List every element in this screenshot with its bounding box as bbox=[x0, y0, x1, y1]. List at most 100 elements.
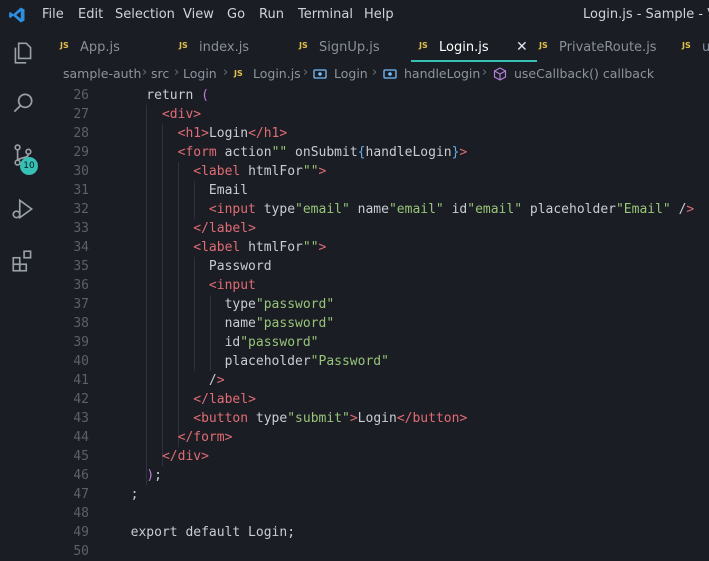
tab-label: index.js bbox=[199, 40, 250, 55]
breadcrumb-separator: › bbox=[482, 65, 488, 80]
js-file-icon: JS bbox=[179, 41, 188, 50]
line-number: 34 bbox=[73, 240, 89, 255]
code-line[interactable]: 27 <div> bbox=[46, 105, 709, 124]
js-file-icon: JS bbox=[234, 69, 243, 78]
tab-login-js[interactable]: JS Login.js ✕ bbox=[411, 34, 537, 62]
breadcrumb-item[interactable]: useCallback() callback bbox=[514, 66, 654, 81]
code-line[interactable]: 36 <input bbox=[46, 276, 709, 295]
line-number: 43 bbox=[73, 411, 89, 426]
js-file-icon: JS bbox=[299, 41, 308, 50]
code-text: <label htmlFor""> bbox=[193, 164, 327, 179]
line-number: 31 bbox=[73, 183, 89, 198]
run-debug-icon[interactable] bbox=[10, 196, 36, 222]
breadcrumb-item[interactable]: Login.js bbox=[253, 66, 301, 81]
code-line[interactable]: 48 bbox=[46, 504, 709, 523]
code-line[interactable]: 49 export default Login; bbox=[46, 523, 709, 542]
code-line[interactable]: 40 placeholder"Password" bbox=[46, 352, 709, 371]
search-icon[interactable] bbox=[10, 90, 36, 116]
code-line[interactable]: 32 <input type"email" name"email" id"ema… bbox=[46, 200, 709, 219]
tab-label: PrivateRoute.js bbox=[559, 40, 657, 55]
title-bar: File Edit Selection View Go Run Terminal… bbox=[0, 0, 709, 30]
code-line[interactable]: 31 Email bbox=[46, 181, 709, 200]
vscode-logo-icon bbox=[9, 7, 25, 23]
code-text: ; bbox=[130, 487, 139, 502]
code-text: id"password" bbox=[115, 335, 319, 350]
menu-help[interactable]: Help bbox=[364, 7, 394, 22]
js-file-icon: JS bbox=[539, 41, 548, 50]
code-text: <form action"" onSubmit{handleLogin}> bbox=[177, 145, 468, 160]
code-line[interactable]: 26 return ( bbox=[46, 86, 709, 105]
active-tab-indicator bbox=[411, 60, 537, 62]
line-number: 26 bbox=[73, 88, 89, 103]
breadcrumb-item[interactable]: sample-auth bbox=[63, 66, 141, 81]
code-text: </form> bbox=[177, 430, 233, 445]
line-number: 39 bbox=[73, 335, 89, 350]
code-line[interactable]: 46 ); bbox=[46, 466, 709, 485]
tab-label: SignUp.js bbox=[319, 40, 380, 55]
line-number: 47 bbox=[73, 487, 89, 502]
explorer-icon[interactable] bbox=[10, 40, 36, 66]
line-number: 32 bbox=[73, 202, 89, 217]
line-number: 36 bbox=[73, 278, 89, 293]
code-line[interactable]: 37 type"password" bbox=[46, 295, 709, 314]
window-title: Login.js - Sample - Visua bbox=[583, 7, 709, 22]
code-text: <h1>Login</h1> bbox=[177, 126, 288, 141]
code-line[interactable]: 47 ; bbox=[46, 485, 709, 504]
code-text: type"password" bbox=[115, 297, 335, 312]
breadcrumb-item[interactable]: Login bbox=[334, 66, 368, 81]
menu-go[interactable]: Go bbox=[227, 7, 245, 22]
breadcrumb-separator: › bbox=[142, 65, 148, 80]
code-text: <input type"email" name"email" id"email"… bbox=[208, 202, 695, 217]
line-number: 42 bbox=[73, 392, 89, 407]
tab-label: Login.js bbox=[439, 40, 489, 55]
breadcrumb-item[interactable]: handleLogin bbox=[404, 66, 480, 81]
code-line[interactable]: 30 <label htmlFor""> bbox=[46, 162, 709, 181]
code-line[interactable]: 41 /> bbox=[46, 371, 709, 390]
menu-selection[interactable]: Selection bbox=[115, 7, 175, 22]
code-line[interactable]: 39 id"password" bbox=[46, 333, 709, 352]
breadcrumb-item[interactable]: src bbox=[151, 66, 169, 81]
code-line[interactable]: 44 </form> bbox=[46, 428, 709, 447]
line-number: 41 bbox=[73, 373, 89, 388]
line-number: 30 bbox=[73, 164, 89, 179]
symbol-method-icon bbox=[493, 67, 507, 81]
line-number: 49 bbox=[73, 525, 89, 540]
line-number: 33 bbox=[73, 221, 89, 236]
code-line[interactable]: 28 <h1>Login</h1> bbox=[46, 124, 709, 143]
code-line[interactable]: 35 Password bbox=[46, 257, 709, 276]
line-number: 29 bbox=[73, 145, 89, 160]
menu-file[interactable]: File bbox=[42, 7, 64, 22]
menu-view[interactable]: View bbox=[183, 7, 214, 22]
code-text: <label htmlFor""> bbox=[193, 240, 327, 255]
breadcrumb-item[interactable]: Login bbox=[183, 66, 217, 81]
code-line[interactable]: 43 <button type"submit">Login</button> bbox=[46, 409, 709, 428]
extensions-icon[interactable] bbox=[10, 248, 36, 274]
code-line[interactable]: 29 <form action"" onSubmit{handleLogin}> bbox=[46, 143, 709, 162]
line-number: 50 bbox=[73, 544, 89, 559]
line-number: 48 bbox=[73, 506, 89, 521]
line-number: 45 bbox=[73, 449, 89, 464]
code-line[interactable]: 45 </div> bbox=[46, 447, 709, 466]
code-text: </div> bbox=[161, 449, 209, 464]
code-line[interactable]: 34 <label htmlFor""> bbox=[46, 238, 709, 257]
code-text: Email bbox=[115, 183, 249, 198]
menu-terminal[interactable]: Terminal bbox=[298, 7, 353, 22]
line-number: 27 bbox=[73, 107, 89, 122]
code-text: /> bbox=[115, 373, 225, 388]
code-text: <input bbox=[208, 278, 256, 293]
close-icon[interactable]: ✕ bbox=[516, 39, 528, 55]
line-number: 37 bbox=[73, 297, 89, 312]
code-line[interactable]: 50 bbox=[46, 542, 709, 561]
js-file-icon: JS bbox=[60, 41, 69, 50]
code-line[interactable]: 42 </label> bbox=[46, 390, 709, 409]
code-text: </label> bbox=[193, 392, 256, 407]
tab-label: u bbox=[702, 40, 709, 55]
activity-bar: 10 bbox=[0, 30, 46, 556]
code-editor[interactable]: 26 return (27 <div> 28 <h1>Login</h1> 29 <… bbox=[46, 86, 709, 559]
menu-run[interactable]: Run bbox=[259, 7, 284, 22]
menu-edit[interactable]: Edit bbox=[78, 7, 103, 22]
line-number: 35 bbox=[73, 259, 89, 274]
code-line[interactable]: 33 </label> bbox=[46, 219, 709, 238]
editor-tabs: JS App.js JS index.js JS SignUp.js JS Lo… bbox=[46, 34, 709, 62]
code-line[interactable]: 38 name"password" bbox=[46, 314, 709, 333]
